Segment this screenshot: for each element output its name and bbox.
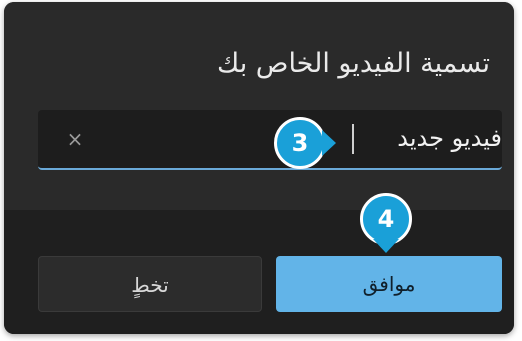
dialog-title: تسمية الفيديو الخاص بك [216,48,490,79]
dialog-body: تسمية الفيديو الخاص بك فيديو جديد × [4,2,514,210]
dialog-footer: تخطٍ موافق [4,210,514,334]
video-name-value: فيديو جديد [397,124,502,152]
step-4-callout: 4 [360,193,414,253]
skip-button[interactable]: تخطٍ [38,256,262,312]
step-3-number: 3 [274,117,326,169]
ok-button[interactable]: موافق [276,256,502,312]
text-caret [352,124,354,154]
step-3-callout: 3 [274,117,336,171]
right-arrow-icon [322,130,336,156]
close-icon[interactable]: × [64,128,86,150]
video-name-input[interactable]: فيديو جديد × [38,110,502,170]
step-4-number: 4 [360,193,412,245]
rename-video-dialog: تسمية الفيديو الخاص بك فيديو جديد × تخطٍ… [4,2,514,334]
down-arrow-icon [373,239,399,253]
